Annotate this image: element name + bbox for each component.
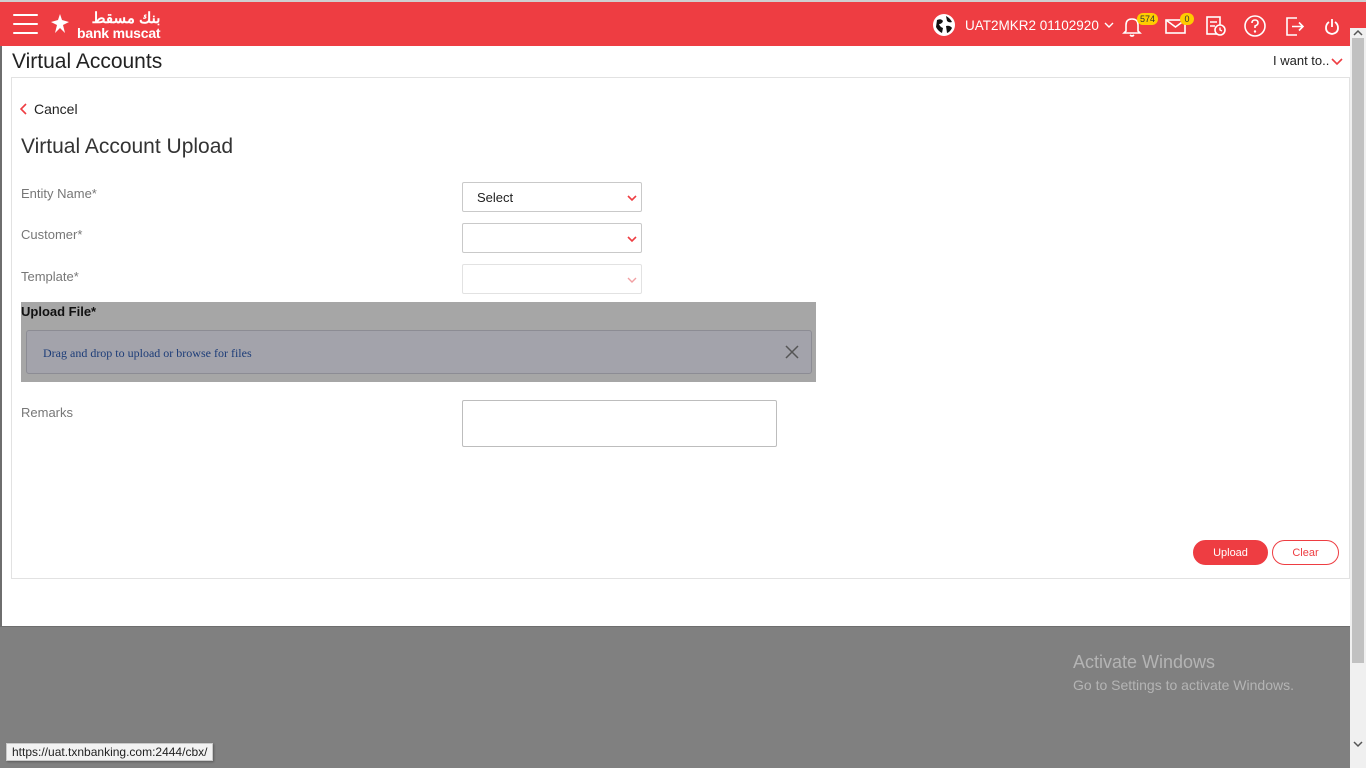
upload-button[interactable]: Upload [1193,540,1268,565]
activate-windows-title: Activate Windows [1073,652,1216,672]
bank-logo-text: بنك مسقط bank muscat [77,9,161,41]
activate-windows-watermark: Activate Windows Go to Settings to activ… [1073,652,1294,693]
upload-file-section: Upload File* Drag and drop to upload or … [21,302,816,382]
brand-latin: bank muscat [77,24,161,41]
upload-file-label: Upload File* [21,304,97,319]
power-icon[interactable] [1321,14,1345,38]
entity-name-value: Select [477,190,514,205]
chevron-down-icon [1104,22,1114,28]
scroll-down-icon[interactable] [1353,740,1363,748]
chevron-down-icon [627,236,637,243]
chevron-down-icon [627,277,637,283]
entity-name-label: Entity Name* [21,186,97,201]
entity-name-select[interactable]: Select [462,182,642,212]
chevron-down-icon [627,195,637,202]
user-switcher[interactable]: UAT2MKR2 01102920 [932,13,1114,37]
file-dropzone[interactable]: Drag and drop to upload or browse for fi… [26,330,812,374]
brand-arabic: بنك مسقط [91,9,161,27]
chevron-left-icon [20,103,27,115]
bank-logo[interactable]: بنك مسقط bank muscat [47,9,161,41]
chevron-down-icon [1331,57,1343,65]
cancel-link[interactable]: Cancel [20,101,78,117]
remarks-label: Remarks [21,405,74,420]
dropzone-text: Drag and drop to upload or browse for fi… [43,346,252,360]
status-bar-url: https://uat.txnbanking.com:2444/cbx/ [6,743,214,761]
customer-select[interactable] [462,223,642,253]
activity-log-icon[interactable] [1204,14,1228,38]
i-want-to-label: I want to.. [1273,53,1330,68]
customer-label: Customer* [21,227,83,242]
bank-logo-mark-icon [51,14,69,33]
user-name: UAT2MKR2 01102920 [965,17,1099,33]
scroll-up-icon[interactable] [1353,29,1363,37]
section-title: Virtual Account Upload [21,135,234,158]
activate-windows-subtitle: Go to Settings to activate Windows. [1073,677,1294,693]
page-scrollbar[interactable] [1350,28,1366,768]
notification-count-badge: 574 [1137,13,1159,25]
template-label: Template* [21,269,79,284]
globe-icon [933,14,955,36]
exit-icon[interactable] [1283,14,1307,38]
close-icon[interactable] [785,345,799,359]
remarks-textarea[interactable] [462,400,777,447]
clear-button[interactable]: Clear [1272,540,1339,565]
menu-icon[interactable] [13,14,38,34]
cancel-label: Cancel [34,101,78,117]
top-header-bar: بنك مسقط bank muscat UAT2MKR2 01102920 5… [0,0,1366,46]
window-left-edge [0,46,2,626]
template-select[interactable] [462,264,642,294]
message-count-badge: 0 [1180,13,1194,25]
page-title: Virtual Accounts [12,50,163,73]
help-icon[interactable] [1243,14,1267,38]
scrollbar-thumb[interactable] [1352,38,1364,663]
i-want-to-menu[interactable]: I want to.. [1273,53,1343,68]
